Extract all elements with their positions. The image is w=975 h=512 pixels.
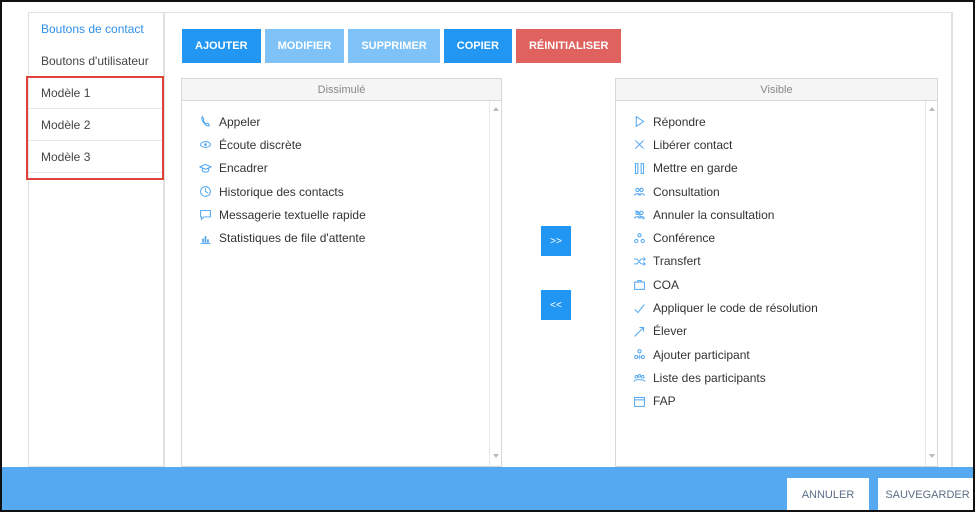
list-item-label: Consultation <box>653 184 720 199</box>
list-item[interactable]: Encadrer <box>182 157 501 180</box>
chat-icon <box>197 208 213 222</box>
phone-icon <box>197 115 213 129</box>
save-button[interactable]: SAUVEGARDER <box>878 478 973 510</box>
visible-scrollbar[interactable] <box>925 101 937 466</box>
sidebar-item-model-2[interactable]: Modèle 2 <box>29 109 163 141</box>
list-item-label: Statistiques de file d'attente <box>219 231 366 246</box>
transfer-icon <box>631 254 647 268</box>
hidden-panel: Dissimulé Appeler Écoute discrète Encadr… <box>181 78 502 467</box>
visible-panel-title: Visible <box>616 79 937 101</box>
copy-button[interactable]: COPIER <box>443 29 512 63</box>
eye-icon <box>197 138 213 152</box>
list-item[interactable]: Historique des contacts <box>182 180 501 203</box>
list-item[interactable]: Liste des participants <box>616 366 937 389</box>
list-item-label: Appliquer le code de résolution <box>653 301 818 316</box>
move-left-button[interactable]: << <box>541 290 571 320</box>
add-participant-icon <box>631 348 647 362</box>
sidebar: Boutons de contact Boutons d'utilisateur… <box>28 12 164 467</box>
users-cancel-icon <box>631 208 647 222</box>
list-item-label: Répondre <box>653 114 706 129</box>
list-item-label: Messagerie textuelle rapide <box>219 207 366 222</box>
sidebar-item-model-1[interactable]: Modèle 1 <box>29 77 163 109</box>
list-item-label: Appeler <box>219 114 261 129</box>
hidden-scrollbar[interactable] <box>489 101 501 466</box>
visible-panel: Visible Répondre Libérer contact Mettre … <box>615 78 938 467</box>
visible-list: Répondre Libérer contact Mettre en garde… <box>616 101 937 413</box>
list-item-label: Libérer contact <box>653 137 733 152</box>
play-icon <box>631 115 647 129</box>
list-item[interactable]: Transfert <box>616 250 937 273</box>
list-item-label: FAP <box>653 394 676 409</box>
list-item[interactable]: Annuler la consultation <box>616 203 937 226</box>
list-item-label: Transfert <box>653 254 701 269</box>
check-icon <box>631 301 647 315</box>
escalate-icon <box>631 324 647 338</box>
list-item[interactable]: FAP <box>616 390 937 413</box>
list-item[interactable]: Ajouter participant <box>616 343 937 366</box>
list-item[interactable]: Élever <box>616 320 937 343</box>
list-item[interactable]: Consultation <box>616 180 937 203</box>
app-window: Boutons de contact Boutons d'utilisateur… <box>0 0 975 512</box>
sidebar-item-contact-buttons[interactable]: Boutons de contact <box>29 13 163 45</box>
sidebar-item-user-buttons[interactable]: Boutons d'utilisateur <box>29 45 163 77</box>
list-item[interactable]: Appeler <box>182 110 501 133</box>
list-item-label: Historique des contacts <box>219 184 344 199</box>
list-item-label: Liste des participants <box>653 370 766 385</box>
sidebar-item-model-3[interactable]: Modèle 3 <box>29 141 163 173</box>
toolbar: AJOUTER MODIFIER SUPPRIMER COPIER RÉINIT… <box>182 29 622 63</box>
list-item[interactable]: Conférence <box>616 226 937 249</box>
list-item-label: Annuler la consultation <box>653 207 775 222</box>
calendar-icon <box>631 394 647 408</box>
list-item[interactable]: Répondre <box>616 110 937 133</box>
list-item-label: Écoute discrète <box>219 137 302 152</box>
list-item[interactable]: Appliquer le code de résolution <box>616 296 937 319</box>
conference-icon <box>631 231 647 245</box>
list-item-label: Mettre en garde <box>653 161 738 176</box>
pause-icon <box>631 161 647 175</box>
participants-list-icon <box>631 371 647 385</box>
clock-icon <box>197 185 213 199</box>
close-icon <box>631 138 647 152</box>
list-item[interactable]: COA <box>616 273 937 296</box>
list-item-label: Élever <box>653 324 688 339</box>
delete-button[interactable]: SUPPRIMER <box>348 29 440 63</box>
list-item[interactable]: Mettre en garde <box>616 157 937 180</box>
list-item-label: COA <box>653 277 680 292</box>
list-item-label: Conférence <box>653 231 716 246</box>
hidden-panel-title: Dissimulé <box>182 79 501 101</box>
briefcase-icon <box>631 278 647 292</box>
list-item-label: Ajouter participant <box>653 347 750 362</box>
list-item-label: Encadrer <box>219 161 268 176</box>
list-item[interactable]: Statistiques de file d'attente <box>182 226 501 249</box>
cancel-button[interactable]: ANNULER <box>787 478 869 510</box>
hidden-list: Appeler Écoute discrète Encadrer Histori… <box>182 101 501 250</box>
modify-button[interactable]: MODIFIER <box>264 29 345 63</box>
bar-chart-icon <box>197 231 213 245</box>
move-right-button[interactable]: >> <box>541 226 571 256</box>
right-edge-panel <box>952 12 966 467</box>
graduation-cap-icon <box>197 161 213 175</box>
reset-button[interactable]: RÉINITIALISER <box>515 29 622 63</box>
list-item[interactable]: Libérer contact <box>616 133 937 156</box>
list-item[interactable]: Messagerie textuelle rapide <box>182 203 501 226</box>
list-item[interactable]: Écoute discrète <box>182 133 501 156</box>
users-icon <box>631 185 647 199</box>
add-button[interactable]: AJOUTER <box>182 29 261 63</box>
